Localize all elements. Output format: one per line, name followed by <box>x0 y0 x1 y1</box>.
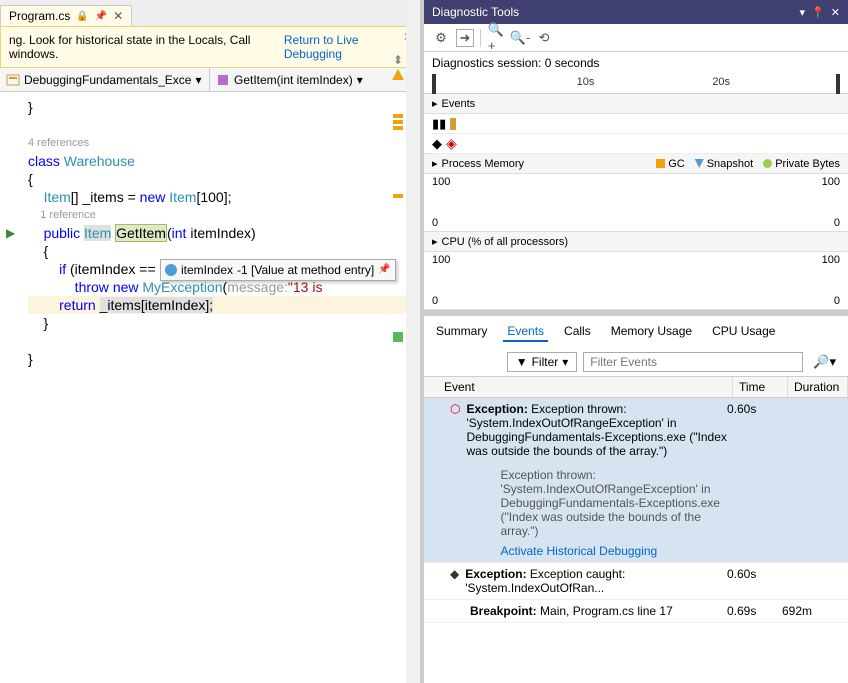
pin-icon[interactable]: 📍 <box>811 6 825 19</box>
gear-icon[interactable]: ⚙ <box>432 29 450 47</box>
activate-historical-link[interactable]: Activate Historical Debugging <box>466 544 727 558</box>
code-editor-panel: Program.cs 🔒 📌 ✕ ng. Look for historical… <box>0 0 424 683</box>
col-event[interactable]: Event <box>424 377 733 397</box>
debug-value-tooltip[interactable]: itemIndex -1 [Value at method entry] 📌 <box>160 259 396 281</box>
code-nav-bar: DebuggingFundamentals_Exce ▾ GetItem(int… <box>0 68 420 92</box>
editor-margin-indicators: ⬍ <box>392 53 404 342</box>
close-icon[interactable]: ✕ <box>113 9 123 23</box>
tab-events[interactable]: Events <box>503 322 548 342</box>
nav-class-combo[interactable]: DebuggingFundamentals_Exce ▾ <box>0 68 210 91</box>
pause-icon: ▮▮ <box>432 116 446 132</box>
filter-row: ▼Filter ▾ 🔎▾ <box>424 348 848 377</box>
tab-calls[interactable]: Calls <box>560 322 595 342</box>
file-tab-program[interactable]: Program.cs 🔒 📌 ✕ <box>0 5 132 26</box>
search-icon[interactable]: 🔎▾ <box>809 352 840 372</box>
tab-summary[interactable]: Summary <box>432 322 491 342</box>
info-bar: ng. Look for historical state in the Loc… <box>0 26 420 68</box>
memory-chart[interactable]: 100100 00 <box>424 174 848 232</box>
method-icon <box>216 73 230 87</box>
event-list: ⬡ Exception: Exception thrown: 'System.I… <box>424 398 848 683</box>
event-row[interactable]: Breakpoint: Main, Program.cs line 17 0.6… <box>424 600 848 623</box>
event-table-header: Event Time Duration <box>424 377 848 398</box>
diagnostic-title-bar: Diagnostic Tools ▾ 📍 ✕ <box>424 0 848 24</box>
filter-button[interactable]: ▼Filter ▾ <box>507 352 578 372</box>
code-marker[interactable] <box>393 332 403 342</box>
chevron-down-icon: ▾ <box>195 73 201 87</box>
run-arrow-icon[interactable]: ▶ <box>6 224 15 242</box>
diag-title-label: Diagnostic Tools <box>432 5 519 19</box>
exception-icon: ⬡ <box>450 402 460 558</box>
code-marker[interactable] <box>393 126 403 130</box>
class-icon <box>6 73 20 87</box>
diamond-icon: ◆ <box>450 567 459 595</box>
vertical-scrollbar[interactable] <box>406 0 420 683</box>
tooltip-val: -1 [Value at method entry] <box>237 261 374 279</box>
event-row[interactable]: ◆ Exception: Exception caught: 'System.I… <box>424 563 848 600</box>
memory-section-header[interactable]: ▸Process Memory GC Snapshot Private Byte… <box>424 154 848 174</box>
filter-input[interactable] <box>583 352 803 372</box>
code-marker[interactable] <box>393 120 403 124</box>
pin-tooltip-icon[interactable]: 📌 <box>378 261 390 279</box>
nav-class-label: DebuggingFundamentals_Exce <box>24 73 191 87</box>
events-section-header[interactable]: ▸Events <box>424 94 848 114</box>
col-time[interactable]: Time <box>733 377 788 397</box>
tooltip-var: itemIndex <box>181 261 233 279</box>
timeline-ruler[interactable]: 10s 20s <box>424 74 848 94</box>
info-bar-text: ng. Look for historical state in the Loc… <box>9 33 284 61</box>
events-track: ▮▮ ◆◈ <box>424 114 848 154</box>
nav-method-combo[interactable]: GetItem(int itemIndex) ▾ <box>210 68 420 91</box>
nav-method-label: GetItem(int itemIndex) <box>234 73 353 87</box>
tab-cpu[interactable]: CPU Usage <box>708 322 779 342</box>
session-label: Diagnostics session: 0 seconds <box>424 52 848 74</box>
exception-icon: ◈ <box>446 135 457 152</box>
tab-memory[interactable]: Memory Usage <box>607 322 696 342</box>
reset-zoom-icon[interactable]: ⟲ <box>535 29 553 47</box>
file-tab-label: Program.cs <box>9 9 70 23</box>
zoom-in-icon[interactable]: 🔍+ <box>487 29 505 47</box>
warning-icon[interactable] <box>392 69 404 80</box>
select-tools-icon[interactable]: ➜ <box>456 29 474 47</box>
diag-toolbar: ⚙ ➜ 🔍+ 🔍- ⟲ <box>424 24 848 52</box>
diagnostic-panel: Diagnostic Tools ▾ 📍 ✕ ⚙ ➜ 🔍+ 🔍- ⟲ Diagn… <box>424 0 848 683</box>
editor-tab-bar: Program.cs 🔒 📌 ✕ <box>0 0 420 26</box>
close-icon[interactable]: ✕ <box>831 6 840 19</box>
pin-icon[interactable]: 📌 <box>95 11 107 22</box>
funnel-icon: ▼ <box>516 355 528 369</box>
chevron-down-icon: ▾ <box>357 73 363 87</box>
lock-icon: 🔒 <box>76 11 88 22</box>
cpu-section-header[interactable]: ▸CPU (% of all processors) <box>424 232 848 252</box>
code-marker[interactable] <box>393 114 403 118</box>
code-area[interactable]: } 4 references class Warehouse { Item[] … <box>0 92 420 683</box>
col-duration[interactable]: Duration <box>788 377 848 397</box>
event-row[interactable]: ⬡ Exception: Exception thrown: 'System.I… <box>424 398 848 563</box>
code-marker[interactable] <box>393 194 403 198</box>
diamond-icon: ◆ <box>432 136 442 152</box>
window-menu-icon[interactable]: ▾ <box>800 6 806 19</box>
zoom-out-icon[interactable]: 🔍- <box>511 29 529 47</box>
variable-icon <box>165 264 177 276</box>
diag-tabs: Summary Events Calls Memory Usage CPU Us… <box>424 316 848 348</box>
cpu-chart[interactable]: 100100 00 <box>424 252 848 310</box>
